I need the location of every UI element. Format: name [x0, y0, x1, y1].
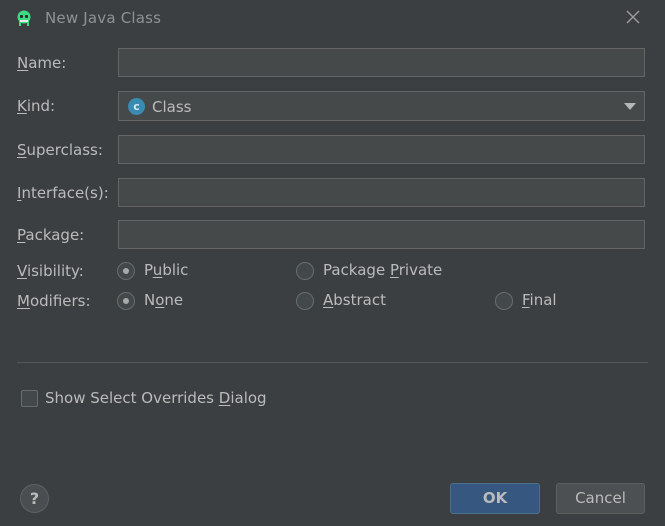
show-overrides-label: Show Select Overrides Dialog — [45, 389, 267, 407]
interfaces-field-box — [118, 178, 645, 207]
class-icon: c — [128, 98, 145, 115]
radio-button[interactable] — [296, 292, 314, 310]
visibility-package-private-label: Package Private — [323, 261, 443, 279]
modifiers-final-label: Final — [522, 291, 557, 309]
kind-label: Kind: — [17, 97, 56, 115]
superclass-field-box — [118, 135, 645, 164]
kind-selected-value: Class — [152, 98, 192, 116]
modifiers-label: Modifiers: — [17, 292, 91, 310]
checkbox-box[interactable] — [21, 390, 38, 407]
radio-button[interactable] — [296, 262, 314, 280]
name-label: Name: — [17, 54, 67, 72]
separator — [17, 362, 648, 363]
radio-button-checked[interactable] — [117, 262, 135, 280]
visibility-label: Visibility: — [17, 262, 84, 280]
help-button[interactable]: ? — [20, 484, 49, 513]
package-label: Package: — [17, 226, 85, 244]
close-icon[interactable] — [624, 8, 642, 26]
interfaces-field[interactable] — [119, 179, 644, 206]
modifiers-none-label: None — [144, 291, 184, 309]
radio-button-checked[interactable] — [117, 292, 135, 310]
chevron-down-icon[interactable] — [624, 103, 636, 110]
cancel-button[interactable]: Cancel — [556, 483, 645, 514]
modifiers-abstract-label: Abstract — [323, 291, 386, 309]
kind-dropdown[interactable]: c Class — [118, 91, 645, 121]
ok-button[interactable]: OK — [450, 483, 540, 514]
android-icon — [17, 10, 31, 26]
radio-button[interactable] — [495, 292, 513, 310]
window-title: New Java Class — [45, 9, 162, 27]
visibility-public-label: Public — [144, 261, 189, 279]
package-field-box — [118, 220, 645, 249]
superclass-label: Superclass: — [17, 141, 103, 159]
interfaces-label: Interface(s): — [17, 184, 109, 202]
title-bar: New Java Class — [0, 0, 665, 36]
package-field[interactable] — [119, 221, 644, 248]
superclass-field[interactable] — [119, 136, 644, 163]
name-field-box — [118, 48, 645, 77]
name-field[interactable] — [119, 49, 644, 76]
